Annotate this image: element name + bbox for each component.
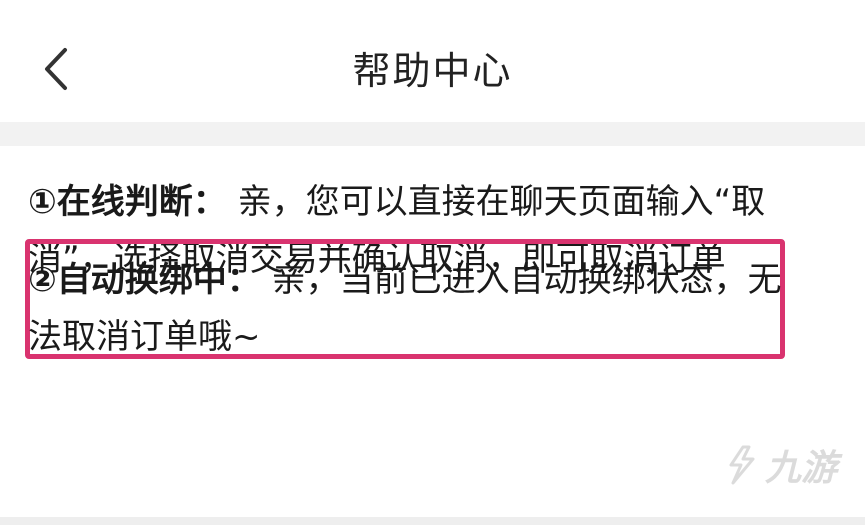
app-header: 帮助中心	[0, 0, 865, 122]
watermark-text: 九游	[764, 448, 837, 489]
section-divider	[0, 122, 865, 146]
watermark: 九游	[721, 439, 837, 491]
page-title: 帮助中心	[352, 49, 513, 93]
help-item-label: ②自动换绑中：	[28, 260, 261, 300]
bottom-section-divider	[0, 517, 865, 525]
help-item-label: ①在线判断：	[28, 182, 227, 222]
help-item-auto-rebind: ②自动换绑中： 亲，当前已进入自动换绑状态，无法取消订单哦~	[28, 252, 793, 366]
jiuyou-logo-icon	[729, 445, 755, 485]
